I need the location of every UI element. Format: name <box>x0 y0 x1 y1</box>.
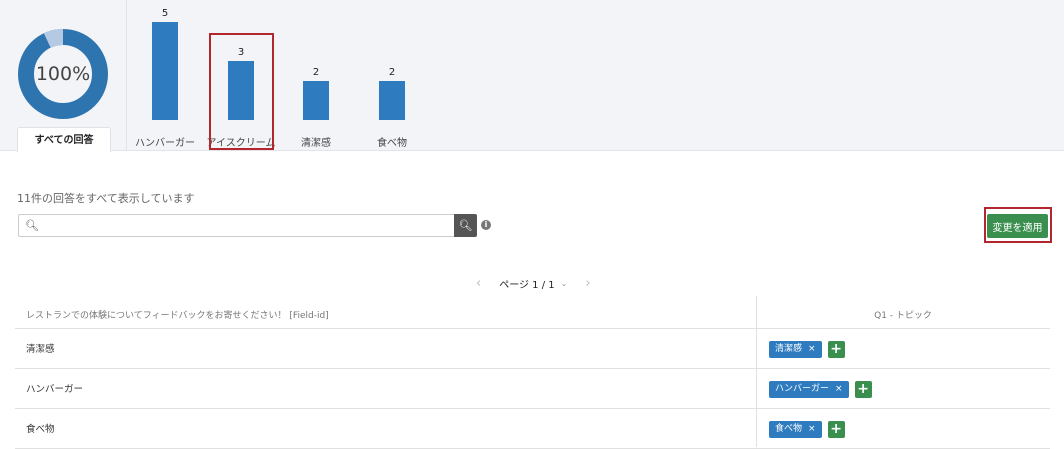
info-icon[interactable]: i <box>481 220 491 230</box>
add-tag-button[interactable]: + <box>854 381 872 398</box>
bar-category-label[interactable]: 清潔感 <box>278 134 354 149</box>
topic-tags: 食べ物 × + <box>769 421 845 438</box>
prev-page-icon[interactable]: ‹ <box>476 276 481 291</box>
remove-tag-icon[interactable]: × <box>835 384 843 394</box>
pagination: ‹ ページ 1 / 1 ⌄ › <box>476 276 591 291</box>
responses-summary: 11件の回答をすべて表示しています <box>17 192 195 205</box>
topic-tag[interactable]: 清潔感 × <box>769 341 822 358</box>
apply-changes-button[interactable]: 変更を適用 <box>987 214 1048 238</box>
search-input[interactable]: 🔍︎ <box>18 214 455 237</box>
header-question: レストランでの体験についてフィードバックをお寄せください！ [Field-id] <box>26 311 329 321</box>
bar-category-label[interactable]: ハンバーガー <box>127 134 203 149</box>
response-text: 食べ物 <box>26 424 55 435</box>
response-text: 清潔感 <box>26 344 55 355</box>
responses-table: レストランでの体験についてフィードバックをお寄せください！ [Field-id]… <box>15 296 1050 449</box>
topic-tags: ハンバーガー × + <box>769 381 872 398</box>
bar-category-label[interactable]: 食べ物 <box>354 134 430 149</box>
topic-tag-label: 食べ物 <box>775 424 803 434</box>
page-selector[interactable]: ページ 1 / 1 <box>499 276 554 291</box>
bar[interactable] <box>152 22 178 120</box>
search-button[interactable]: 🔍︎ <box>454 214 477 237</box>
donut-percent: 100% <box>35 63 91 85</box>
remove-tag-icon[interactable]: × <box>808 424 816 434</box>
next-page-icon[interactable]: › <box>585 276 590 291</box>
bar-value-label: 5 <box>161 8 169 19</box>
bar-value-label: 2 <box>312 66 320 78</box>
add-tag-button[interactable]: + <box>827 421 845 438</box>
chevron-down-icon[interactable]: ⌄ <box>561 279 568 288</box>
tab-all-responses[interactable]: すべての回答 <box>17 127 111 152</box>
bar-value-label: 2 <box>388 66 396 78</box>
table-row: 食べ物 食べ物 × + <box>15 409 1050 449</box>
table-row: 清潔感 清潔感 × + <box>15 329 1050 369</box>
bar[interactable] <box>303 80 329 120</box>
table-row: ハンバーガー ハンバーガー × + <box>15 369 1050 409</box>
search-icon: 🔍︎ <box>25 219 39 232</box>
response-text: ハンバーガー <box>26 384 84 395</box>
divider <box>126 0 127 151</box>
header-topic: Q1 - トピック <box>874 311 932 321</box>
topic-tag-label: 清潔感 <box>775 344 803 354</box>
table-header: レストランでの体験についてフィードバックをお寄せください！ [Field-id]… <box>15 296 1050 329</box>
topic-tag[interactable]: 食べ物 × <box>769 421 822 438</box>
remove-tag-icon[interactable]: × <box>808 344 816 354</box>
summary-panel: 100% すべての回答 5 ハンバーガー 3 アイスクリーム 2 清潔感 2 食べ物 <box>0 0 1064 152</box>
bar[interactable] <box>379 80 405 120</box>
topic-tag-label: ハンバーガー <box>775 384 830 394</box>
highlight-box-icecream <box>209 33 274 150</box>
topic-tag[interactable]: ハンバーガー × <box>769 381 849 398</box>
add-tag-button[interactable]: + <box>827 341 845 358</box>
topic-tags: 清潔感 × + <box>769 341 845 358</box>
